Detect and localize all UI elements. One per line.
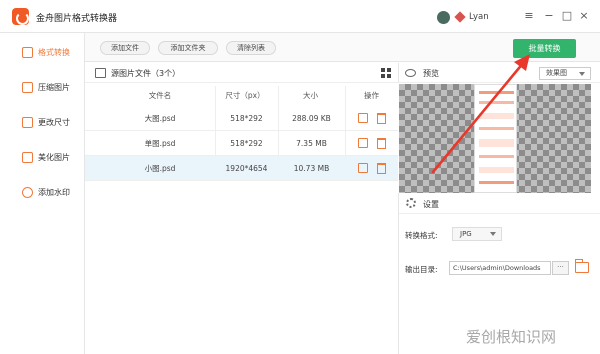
avatar[interactable] bbox=[437, 11, 450, 24]
file-size: 288.09 KB bbox=[292, 114, 331, 123]
column-header-actions: 操作 bbox=[364, 91, 379, 100]
sidebar-item-format-convert[interactable]: 格式转换 bbox=[0, 43, 85, 63]
image-icon bbox=[95, 68, 106, 78]
delete-icon[interactable] bbox=[377, 138, 386, 149]
add-folder-button[interactable]: 添加文件夹 bbox=[158, 41, 218, 55]
table-row[interactable]: 大图.psd 518*292 288.09 KB bbox=[85, 106, 398, 131]
preview-title: 预览 bbox=[423, 69, 439, 78]
maximize-button[interactable]: □ bbox=[561, 10, 573, 22]
gear-icon bbox=[406, 198, 416, 208]
delete-icon[interactable] bbox=[377, 113, 386, 124]
beautify-icon bbox=[22, 152, 33, 163]
sidebar-item-watermark[interactable]: 添加水印 bbox=[0, 183, 85, 203]
chevron-down-icon bbox=[579, 72, 585, 76]
preview-image bbox=[474, 84, 517, 193]
app-title: 金舟图片格式转换器 bbox=[36, 14, 118, 24]
output-dir-label: 输出目录: bbox=[405, 265, 438, 274]
close-button[interactable]: × bbox=[578, 10, 590, 22]
add-file-button[interactable]: 添加文件 bbox=[100, 41, 150, 55]
clear-list-button[interactable]: 清除列表 bbox=[226, 41, 276, 55]
file-dimensions: 518*292 bbox=[230, 139, 263, 148]
file-list-title: 源图片文件（3个） bbox=[111, 69, 181, 78]
file-name: 单图.psd bbox=[144, 139, 176, 148]
settings-header: 设置 bbox=[399, 193, 600, 214]
batch-convert-button[interactable]: 批量转换 bbox=[513, 39, 576, 58]
sidebar-item-label: 美化图片 bbox=[38, 153, 70, 162]
format-convert-icon bbox=[22, 47, 33, 58]
file-list-header: 源图片文件（3个） bbox=[85, 63, 398, 83]
preview-mode-value: 效果图 bbox=[546, 69, 567, 77]
resize-icon bbox=[22, 117, 33, 128]
column-header-filename: 文件名 bbox=[148, 91, 172, 100]
file-dimensions: 518*292 bbox=[230, 114, 263, 123]
sidebar-item-label: 更改尺寸 bbox=[38, 118, 70, 127]
sidebar-item-label: 压缩图片 bbox=[38, 83, 70, 92]
vip-badge-icon bbox=[454, 11, 466, 23]
sidebar: 格式转换 压缩图片 更改尺寸 美化图片 添加水印 bbox=[0, 33, 85, 354]
file-name: 大图.psd bbox=[144, 114, 176, 123]
site-watermark: 爱创根知识网 bbox=[466, 328, 557, 346]
format-label: 转换格式: bbox=[405, 231, 438, 240]
file-size: 7.35 MB bbox=[296, 139, 327, 148]
chevron-down-icon bbox=[490, 232, 496, 236]
preview-mode-select[interactable]: 效果图 bbox=[539, 67, 591, 80]
title-bar: 金舟图片格式转换器 Lyan ≡ − □ × bbox=[0, 0, 600, 33]
file-size: 10.73 MB bbox=[293, 164, 330, 173]
preview-header: 预览 效果图 bbox=[398, 63, 600, 83]
open-file-icon[interactable] bbox=[358, 163, 368, 173]
sidebar-item-resize[interactable]: 更改尺寸 bbox=[0, 113, 85, 133]
eye-icon bbox=[405, 69, 416, 77]
sidebar-item-compress[interactable]: 压缩图片 bbox=[0, 78, 85, 98]
menu-icon[interactable]: ≡ bbox=[523, 10, 535, 22]
settings-title: 设置 bbox=[423, 200, 439, 209]
table-row[interactable]: 单图.psd 518*292 7.35 MB bbox=[85, 131, 398, 156]
sidebar-item-beautify[interactable]: 美化图片 bbox=[0, 148, 85, 168]
column-header-size: 大小 bbox=[303, 91, 318, 100]
grid-view-icon[interactable] bbox=[381, 68, 391, 78]
column-header-dimensions: 尺寸（px） bbox=[225, 91, 265, 100]
user-name[interactable]: Lyan bbox=[469, 12, 489, 22]
folder-icon[interactable] bbox=[575, 259, 589, 273]
delete-icon[interactable] bbox=[377, 163, 386, 174]
output-dir-input[interactable]: C:\Users\admin\Downloads bbox=[449, 261, 551, 275]
table-row[interactable]: 小图.psd 1920*4654 10.73 MB bbox=[85, 156, 398, 181]
compress-icon bbox=[22, 82, 33, 93]
file-dimensions: 1920*4654 bbox=[225, 164, 268, 173]
browse-button[interactable]: ··· bbox=[552, 261, 569, 275]
open-file-icon[interactable] bbox=[358, 113, 368, 123]
format-select[interactable]: JPG bbox=[452, 227, 502, 241]
app-logo-icon bbox=[12, 8, 29, 25]
minimize-button[interactable]: − bbox=[543, 10, 555, 22]
sidebar-item-label: 添加水印 bbox=[38, 188, 70, 197]
format-value: JPG bbox=[460, 230, 472, 238]
sidebar-item-label: 格式转换 bbox=[38, 48, 70, 57]
open-file-icon[interactable] bbox=[358, 138, 368, 148]
watermark-icon bbox=[22, 187, 33, 198]
file-name: 小图.psd bbox=[144, 164, 176, 173]
